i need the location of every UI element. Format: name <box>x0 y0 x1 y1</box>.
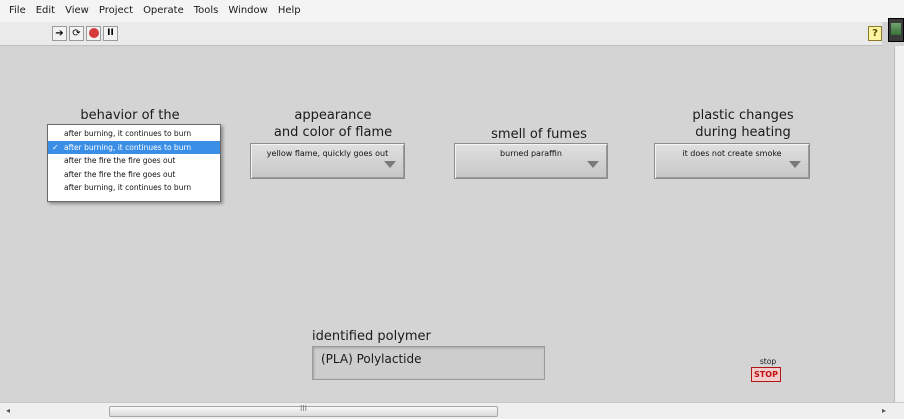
labview-front-panel-window: File Edit View Project Operate Tools Win… <box>0 0 904 419</box>
identified-polymer-label: identified polymer <box>312 329 431 344</box>
smell-ring-value: burned paraffin <box>500 149 562 158</box>
behavior-dropdown-list[interactable]: after burning, it continues to burn ✓ aft… <box>47 124 221 202</box>
menu-view[interactable]: View <box>60 0 94 22</box>
smell-label: smell of fumes <box>491 127 587 142</box>
front-panel: behavior of the material appearance and … <box>12 47 892 402</box>
plastic-ring-control[interactable]: it does not create smoke <box>654 143 810 179</box>
scrollbar-grip-icon: III <box>299 404 308 413</box>
dropdown-arrow-icon <box>587 161 599 168</box>
dropdown-option[interactable]: after the fire the fire goes out <box>48 154 220 168</box>
vi-icon <box>888 18 904 42</box>
option-label: after burning, it continues to burn <box>64 183 192 192</box>
menu-edit[interactable]: Edit <box>31 0 60 22</box>
menu-window[interactable]: Window <box>223 0 272 22</box>
menu-tools[interactable]: Tools <box>189 0 224 22</box>
scrollbar-thumb[interactable]: III <box>109 404 498 417</box>
option-label: after burning, it continues to burn <box>64 129 192 138</box>
appearance-label-line2: and color of flame <box>273 125 393 140</box>
menu-project[interactable]: Project <box>94 0 138 22</box>
abort-stop-sign <box>88 28 99 38</box>
smell-ring-control[interactable]: burned paraffin <box>454 143 608 179</box>
appearance-label: appearance and color of flame <box>258 107 408 141</box>
plastic-ring-value: it does not create smoke <box>682 149 782 158</box>
appearance-label-line1: appearance <box>294 108 372 123</box>
option-label: after burning, it continues to burn <box>64 142 192 152</box>
plastic-label-line1: plastic changes <box>692 108 794 123</box>
menu-file[interactable]: File <box>4 0 31 22</box>
run-arrow-icon[interactable]: ➔ <box>52 26 67 41</box>
stop-button[interactable]: STOP <box>751 367 781 382</box>
abort-execution-icon[interactable] <box>86 26 101 41</box>
scroll-left-arrow-icon[interactable]: ◂ <box>6 406 15 416</box>
dropdown-option[interactable]: after burning, it continues to burn <box>48 127 220 141</box>
pause-icon[interactable]: II <box>103 26 118 41</box>
right-panel-edge <box>894 46 904 402</box>
dropdown-option[interactable]: after burning, it continues to burn <box>48 181 220 195</box>
checkmark-icon: ✓ <box>52 142 59 152</box>
dropdown-option[interactable]: after the fire the fire goes out <box>48 168 220 182</box>
dropdown-arrow-icon <box>789 161 801 168</box>
context-help-icon[interactable]: ? <box>868 26 882 41</box>
menu-operate[interactable]: Operate <box>138 0 189 22</box>
option-label: after the fire the fire goes out <box>64 156 176 165</box>
menu-bar: File Edit View Project Operate Tools Win… <box>0 0 904 22</box>
appearance-ring-control[interactable]: yellow flame, quickly goes out <box>250 143 405 179</box>
plastic-label-line2: during heating <box>695 125 791 140</box>
identified-polymer-indicator: (PLA) Polylactide <box>312 346 545 380</box>
plastic-changes-label: plastic changes during heating <box>668 107 818 141</box>
horizontal-scrollbar[interactable]: ◂ III ▸ <box>0 402 904 419</box>
stop-label: stop <box>759 357 777 366</box>
dropdown-arrow-icon <box>384 161 396 168</box>
dropdown-option-selected[interactable]: ✓ after burning, it continues to burn <box>48 140 220 154</box>
menu-help[interactable]: Help <box>273 0 306 22</box>
run-continuously-icon[interactable]: ⟳ <box>69 26 84 41</box>
scroll-right-arrow-icon[interactable]: ▸ <box>882 406 891 416</box>
toolbar: ➔ ⟳ II ? <box>0 22 882 46</box>
option-label: after the fire the fire goes out <box>64 169 176 179</box>
appearance-ring-value: yellow flame, quickly goes out <box>266 149 389 158</box>
